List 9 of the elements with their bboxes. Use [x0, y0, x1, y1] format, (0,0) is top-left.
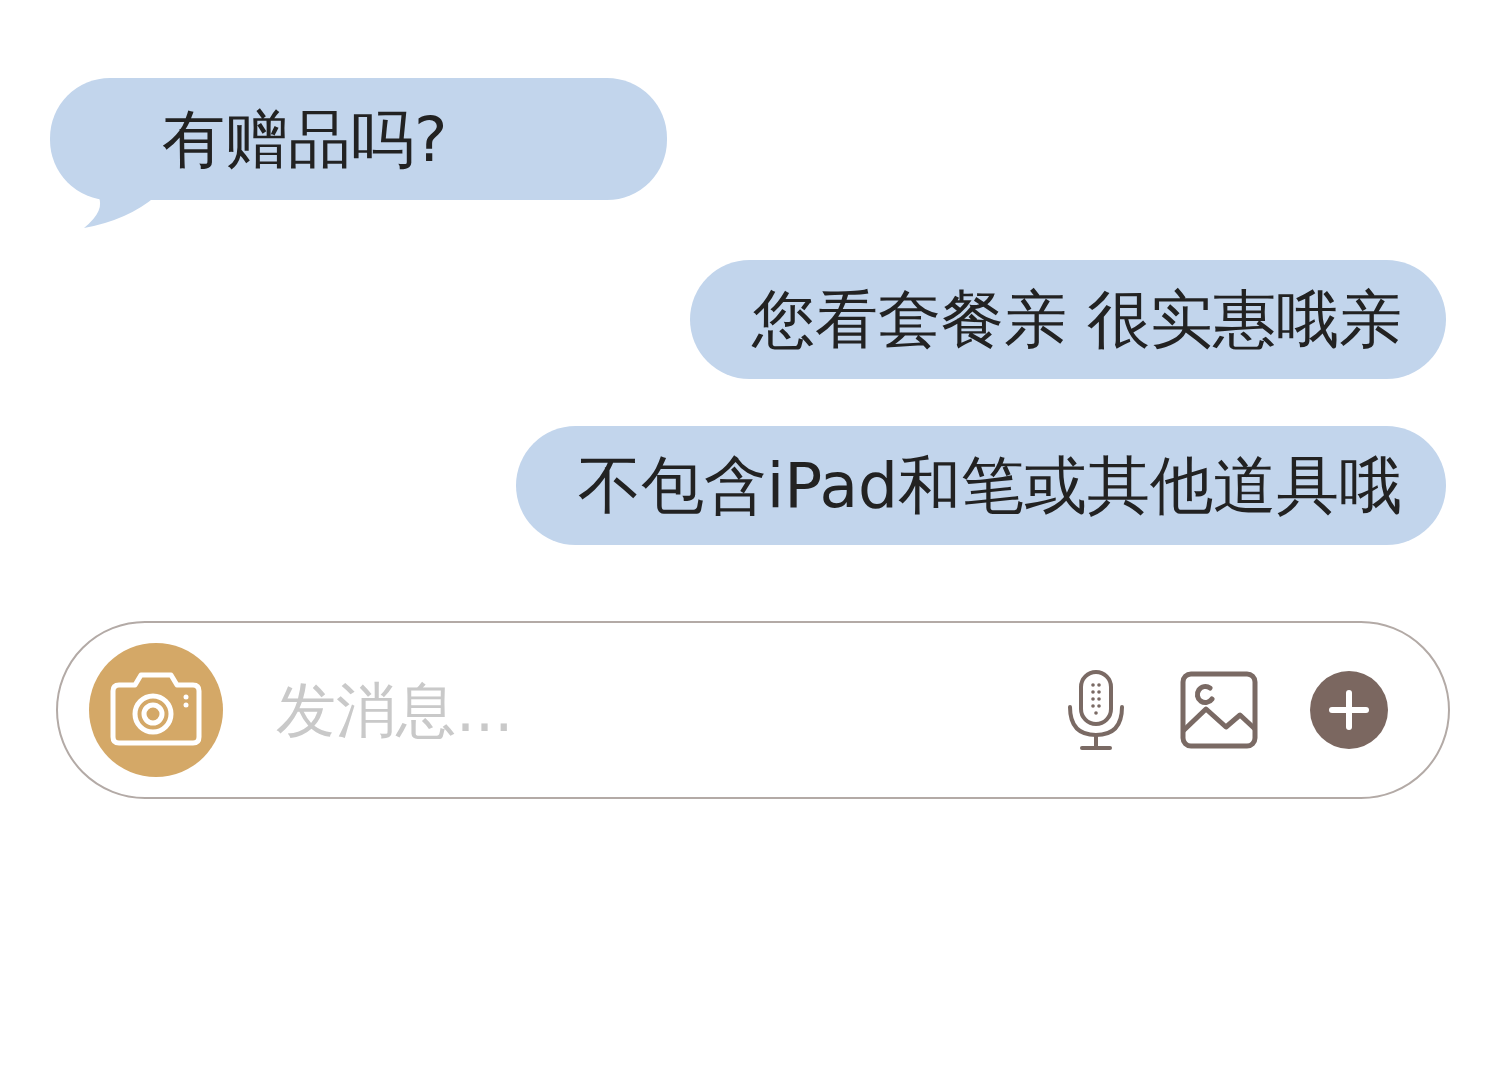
voice-button[interactable]: [1065, 669, 1127, 751]
microphone-icon: [1065, 669, 1127, 751]
camera-icon: [89, 643, 223, 777]
message-bubble: 您看套餐亲 很实惠哦亲: [689, 260, 1446, 379]
plus-icon: [1310, 671, 1388, 749]
image-button[interactable]: [1180, 671, 1258, 749]
message-bubble: 不包含iPad和笔或其他道具哦: [515, 426, 1446, 545]
add-button[interactable]: [1310, 671, 1388, 749]
image-icon: [1180, 671, 1258, 749]
